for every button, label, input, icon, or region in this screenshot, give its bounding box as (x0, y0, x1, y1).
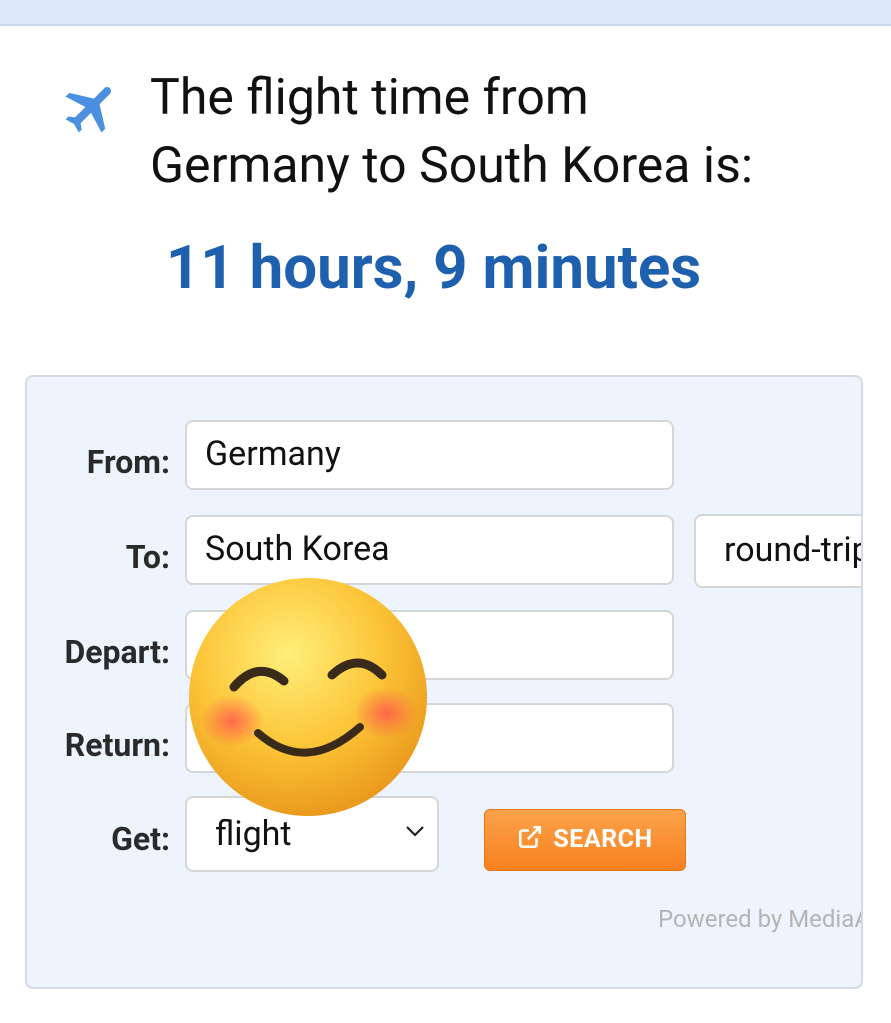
get-label: Get: (111, 820, 170, 858)
heading-line-2: Germany to South Korea is: (150, 137, 753, 195)
browser-top-bar (0, 0, 891, 26)
search-button-label: SEARCH (553, 825, 653, 854)
return-label: Return: (64, 726, 170, 764)
from-input[interactable]: Germany (185, 420, 674, 490)
get-select-value: flight (215, 814, 292, 854)
flight-search-widget: From: Germany To: South Korea round-trip… (25, 375, 863, 989)
plane-icon (65, 87, 112, 133)
flight-time-heading: The flight time from Germany to South Ko… (150, 64, 870, 200)
heading-line-1: The flight time from (150, 69, 589, 127)
smiling-face-emoji (189, 578, 427, 816)
depart-label: Depart: (64, 633, 170, 671)
powered-by-link[interactable]: Powered by MediaA (658, 905, 861, 933)
search-button[interactable]: SEARCH (484, 809, 686, 871)
trip-type-select[interactable]: round-trip (694, 514, 861, 588)
external-link-icon (519, 825, 542, 849)
flight-duration: 11 hours, 9 minutes (165, 232, 702, 303)
chevron-down-icon (406, 826, 424, 837)
from-label: From: (86, 443, 170, 481)
to-label: To: (125, 538, 170, 576)
